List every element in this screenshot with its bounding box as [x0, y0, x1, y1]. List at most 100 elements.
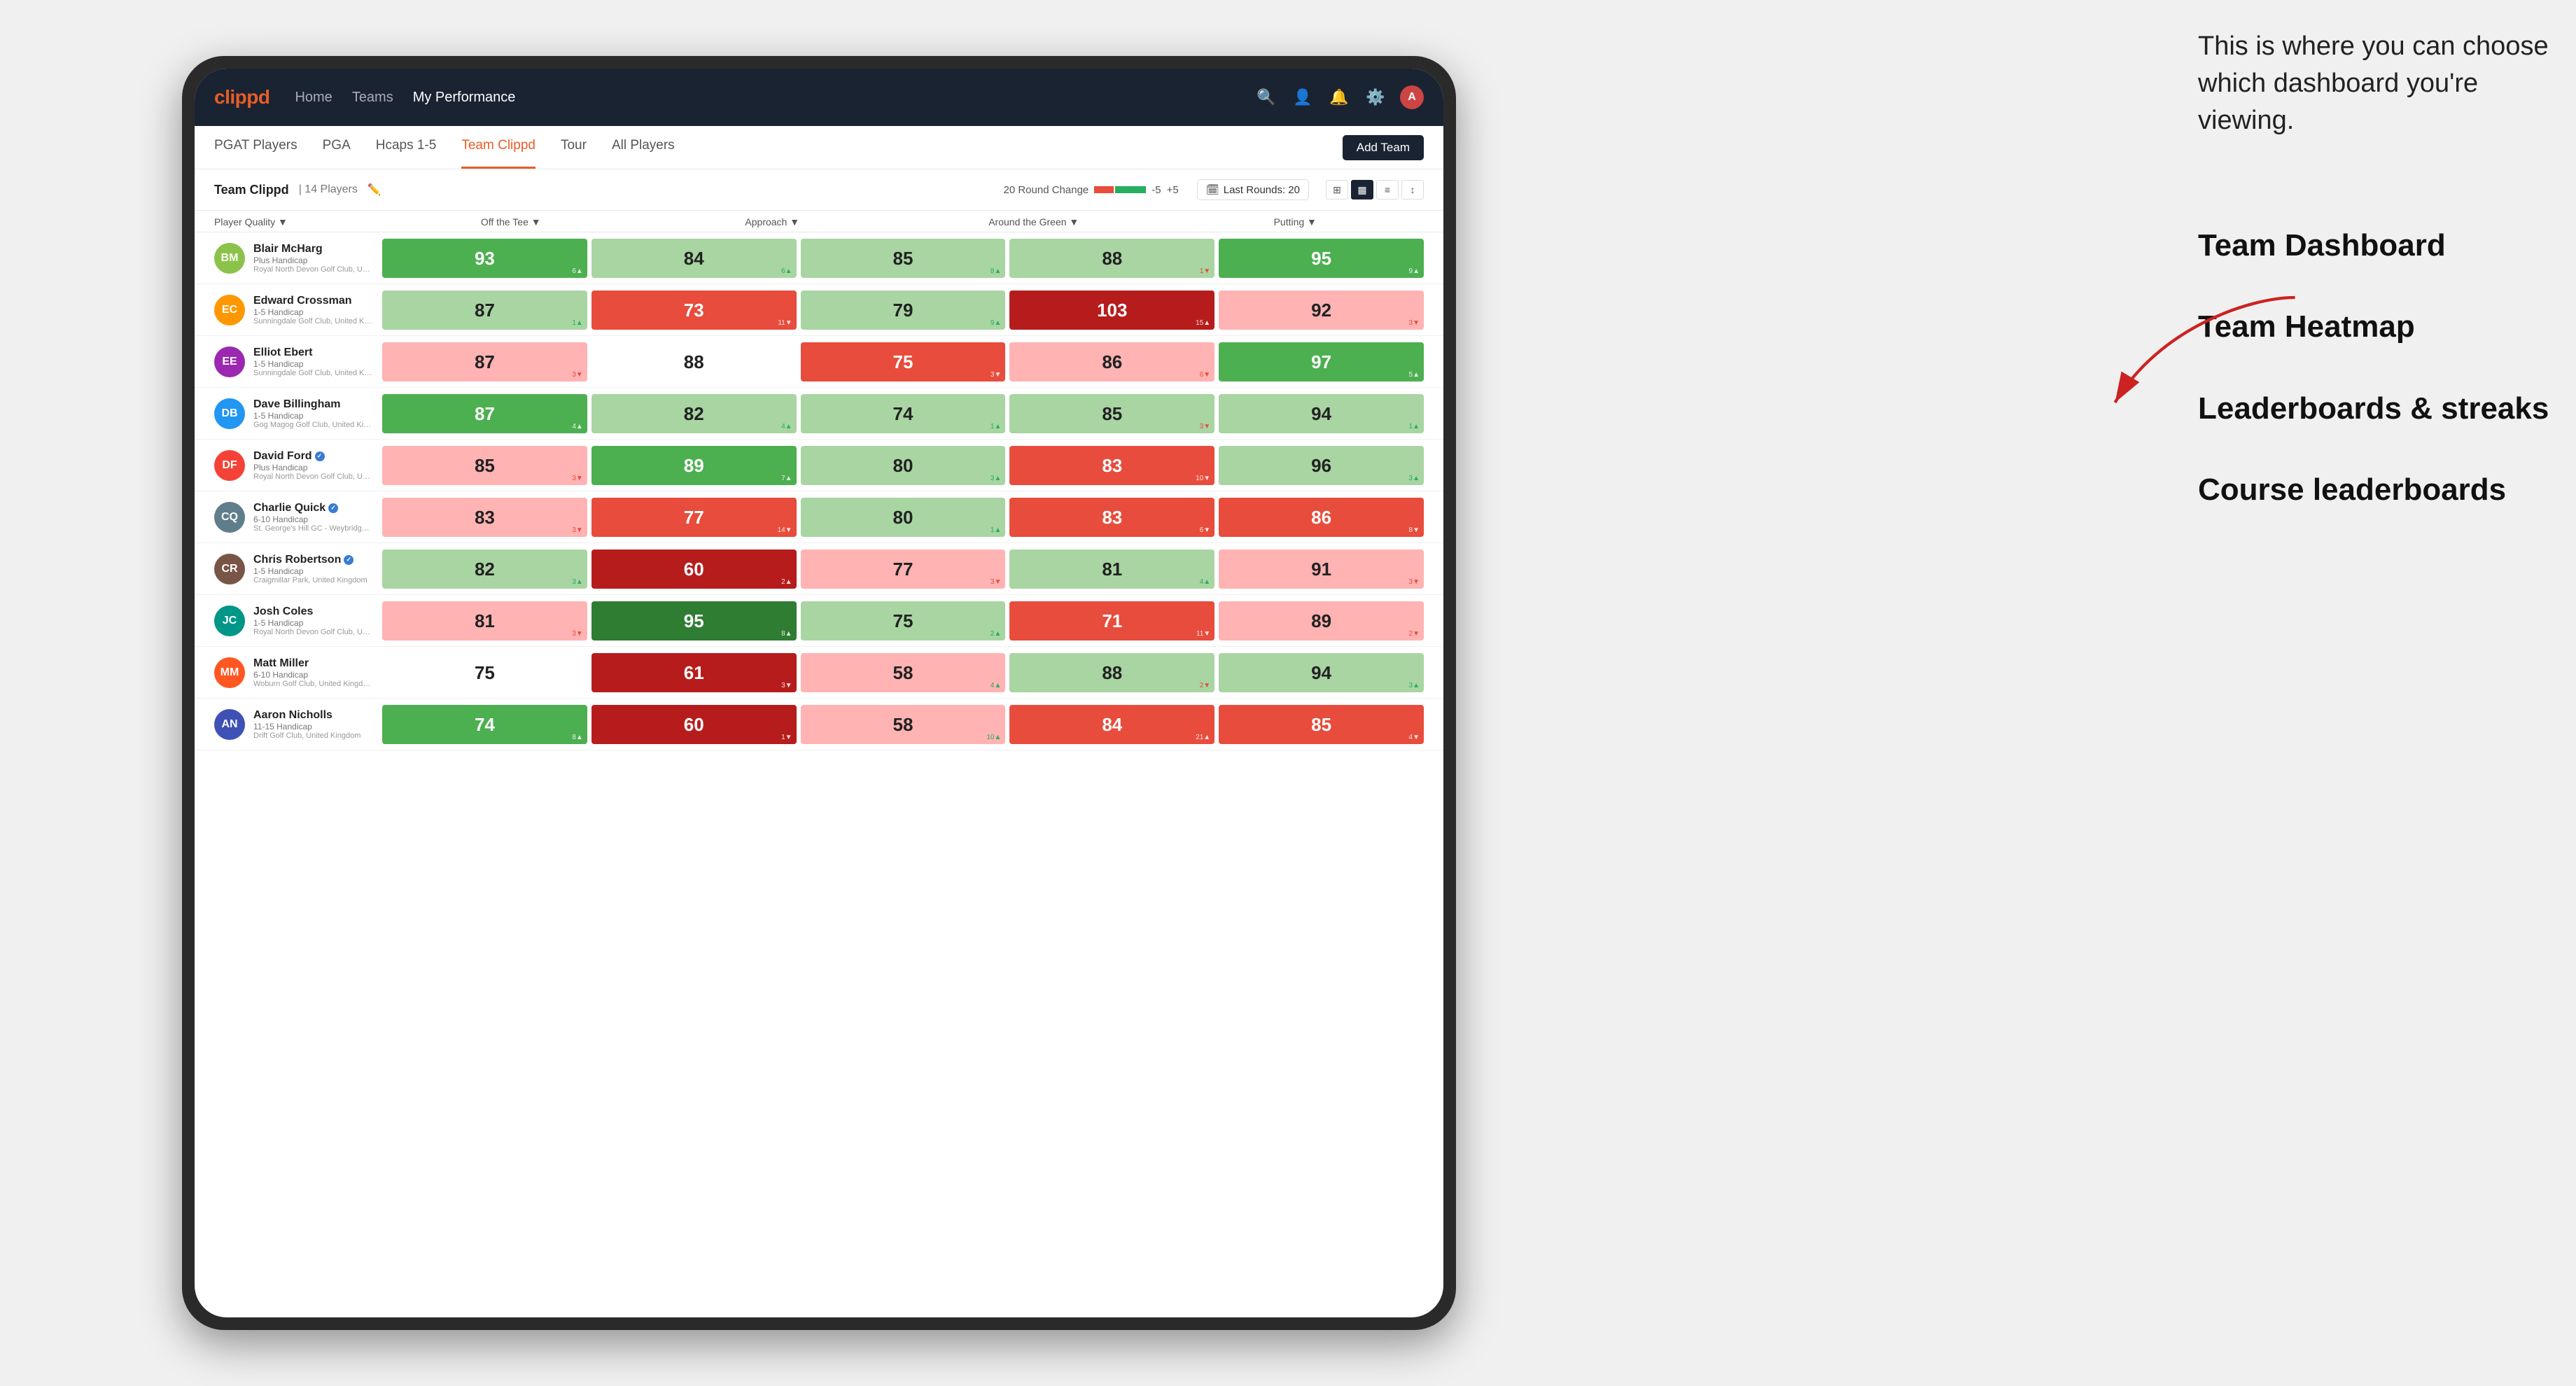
- edit-icon[interactable]: ✏️: [368, 183, 382, 197]
- stat-cell-8-0: 75: [382, 653, 587, 692]
- tab-pga[interactable]: PGA: [323, 126, 351, 169]
- player-text: Josh Coles 1-5 Handicap Royal North Devo…: [253, 606, 372, 636]
- player-handicap: 1-5 Handicap: [253, 307, 372, 317]
- stat-cell-5-2: 80 1▲: [801, 498, 1006, 537]
- player-info: CQ Charlie Quick ✓ 6-10 Handicap St. Geo…: [214, 502, 382, 533]
- stat-cell-0-1: 84 6▲: [592, 239, 797, 278]
- stat-cell-6-0: 82 3▲: [382, 550, 587, 589]
- player-handicap: 1-5 Handicap: [253, 618, 372, 628]
- search-icon[interactable]: 🔍: [1254, 85, 1278, 109]
- tab-pgat-players[interactable]: PGAT Players: [214, 126, 298, 169]
- player-text: Elliot Ebert 1-5 Handicap Sunningdale Go…: [253, 346, 372, 377]
- player-info: MM Matt Miller 6-10 Handicap Woburn Golf…: [214, 657, 382, 688]
- stat-cell-0-3: 88 1▼: [1009, 239, 1214, 278]
- settings-icon[interactable]: ⚙️: [1364, 85, 1387, 109]
- player-name[interactable]: David Ford ✓: [253, 450, 372, 463]
- stat-cell-1-4: 92 3▼: [1219, 290, 1424, 330]
- player-name[interactable]: Josh Coles: [253, 606, 372, 618]
- tab-team-clippd[interactable]: Team Clippd: [461, 126, 536, 169]
- player-club: Sunningdale Golf Club, United Kingdom: [253, 317, 372, 326]
- player-text: Charlie Quick ✓ 6-10 Handicap St. George…: [253, 502, 372, 533]
- nav-teams[interactable]: Teams: [352, 87, 393, 108]
- nav-home[interactable]: Home: [295, 87, 332, 108]
- table-row: CR Chris Robertson ✓ 1-5 Handicap Craigm…: [195, 543, 1443, 595]
- tab-hcaps[interactable]: Hcaps 1-5: [376, 126, 437, 169]
- col-header-around-green: Around the Green ▼: [905, 216, 1163, 227]
- stat-cell-2-2: 75 3▼: [801, 342, 1006, 382]
- stat-cells: 87 4▲ 82 4▲ 74 1▲ 85 3▼ 94 1▲: [382, 394, 1424, 433]
- add-team-button[interactable]: Add Team: [1343, 135, 1424, 160]
- player-club: Royal North Devon Golf Club, United King…: [253, 628, 372, 636]
- player-club: Royal North Devon Golf Club, United King…: [253, 472, 372, 481]
- player-name[interactable]: Edward Crossman: [253, 295, 372, 307]
- table-row: MM Matt Miller 6-10 Handicap Woburn Golf…: [195, 647, 1443, 699]
- player-info: BM Blair McHarg Plus Handicap Royal Nort…: [214, 243, 382, 274]
- player-text: Chris Robertson ✓ 1-5 Handicap Craigmill…: [253, 554, 368, 584]
- stat-cell-2-0: 87 3▼: [382, 342, 587, 382]
- stat-cell-4-3: 83 10▼: [1009, 446, 1214, 485]
- stat-cell-6-1: 60 2▲: [592, 550, 797, 589]
- view-grid-button[interactable]: ⊞: [1326, 180, 1348, 200]
- column-headers: Player Quality ▼ Off the Tee ▼ Approach …: [195, 211, 1443, 232]
- bell-icon[interactable]: 🔔: [1327, 85, 1351, 109]
- stat-cell-2-3: 86 6▼: [1009, 342, 1214, 382]
- avatar: JC: [214, 606, 245, 636]
- table-row: CQ Charlie Quick ✓ 6-10 Handicap St. Geo…: [195, 491, 1443, 543]
- player-club: Woburn Golf Club, United Kingdom: [253, 680, 372, 688]
- player-name[interactable]: Matt Miller: [253, 657, 372, 670]
- player-name[interactable]: Aaron Nicholls: [253, 709, 360, 722]
- player-name[interactable]: Blair McHarg: [253, 243, 372, 255]
- player-handicap: 1-5 Handicap: [253, 411, 372, 421]
- table-row: BM Blair McHarg Plus Handicap Royal Nort…: [195, 232, 1443, 284]
- stat-cell-2-4: 97 5▲: [1219, 342, 1424, 382]
- view-filter-button[interactable]: ↕: [1401, 180, 1424, 200]
- player-info: AN Aaron Nicholls 11-15 Handicap Drift G…: [214, 709, 382, 740]
- player-info: DF David Ford ✓ Plus Handicap Royal Nort…: [214, 450, 382, 481]
- player-name[interactable]: Dave Billingham: [253, 398, 372, 411]
- ipad-frame: clippd Home Teams My Performance 🔍 👤 🔔 ⚙…: [182, 56, 1456, 1330]
- stat-cell-4-4: 96 3▲: [1219, 446, 1424, 485]
- nav-my-performance[interactable]: My Performance: [413, 87, 516, 108]
- change-bar-green: [1115, 186, 1146, 193]
- stat-cells: 75 61 3▼ 58 4▲ 88 2▼ 94 3▲: [382, 653, 1424, 692]
- avatar: EC: [214, 295, 245, 326]
- user-avatar[interactable]: A: [1400, 85, 1424, 109]
- stat-cells: 87 3▼ 88 75 3▼ 86 6▼ 97 5▲: [382, 342, 1424, 382]
- stat-cells: 85 3▼ 89 7▲ 80 3▲ 83 10▼ 96 3▲: [382, 446, 1424, 485]
- stat-cells: 93 6▲ 84 6▲ 85 8▲ 88 1▼ 95 9▲: [382, 239, 1424, 278]
- stat-cell-6-3: 81 4▲: [1009, 550, 1214, 589]
- tab-tour[interactable]: Tour: [561, 126, 587, 169]
- view-heatmap-button[interactable]: ▦: [1351, 180, 1373, 200]
- player-name[interactable]: Chris Robertson ✓: [253, 554, 368, 566]
- tab-all-players[interactable]: All Players: [612, 126, 675, 169]
- avatar: MM: [214, 657, 245, 688]
- stat-cell-9-0: 74 8▲: [382, 705, 587, 744]
- change-bar: [1094, 186, 1146, 193]
- col-header-off-tee: Off the Tee ▼: [382, 216, 640, 227]
- stat-cell-1-0: 87 1▲: [382, 290, 587, 330]
- player-club: Drift Golf Club, United Kingdom: [253, 732, 360, 740]
- annotation-arrow: [2100, 280, 2310, 420]
- view-list-button[interactable]: ≡: [1376, 180, 1399, 200]
- table-row: DF David Ford ✓ Plus Handicap Royal Nort…: [195, 440, 1443, 491]
- player-info: JC Josh Coles 1-5 Handicap Royal North D…: [214, 606, 382, 636]
- content-area: Team Clippd | 14 Players ✏️ 20 Round Cha…: [195, 169, 1443, 1317]
- player-text: Dave Billingham 1-5 Handicap Gog Magog G…: [253, 398, 372, 429]
- player-handicap: Plus Handicap: [253, 463, 372, 472]
- player-handicap: 11-15 Handicap: [253, 722, 360, 732]
- stat-cells: 74 8▲ 60 1▼ 58 10▲ 84 21▲ 85 4▼: [382, 705, 1424, 744]
- stat-cell-9-4: 85 4▼: [1219, 705, 1424, 744]
- player-club: Craigmillar Park, United Kingdom: [253, 576, 368, 584]
- tab-bar: PGAT Players PGA Hcaps 1-5 Team Clippd T…: [195, 126, 1443, 169]
- top-nav: clippd Home Teams My Performance 🔍 👤 🔔 ⚙…: [195, 69, 1443, 126]
- player-name[interactable]: Charlie Quick ✓: [253, 502, 372, 514]
- profile-icon[interactable]: 👤: [1291, 85, 1315, 109]
- last-rounds-button[interactable]: 🗓 Last Rounds: 20: [1197, 179, 1309, 200]
- team-header: Team Clippd | 14 Players ✏️ 20 Round Cha…: [195, 169, 1443, 211]
- stat-cell-7-3: 71 11▼: [1009, 601, 1214, 640]
- stat-cell-7-0: 81 3▼: [382, 601, 587, 640]
- player-info: EC Edward Crossman 1-5 Handicap Sunningd…: [214, 295, 382, 326]
- last-rounds-icon: 🗓: [1206, 183, 1219, 196]
- player-name[interactable]: Elliot Ebert: [253, 346, 372, 359]
- stat-cell-5-0: 83 3▼: [382, 498, 587, 537]
